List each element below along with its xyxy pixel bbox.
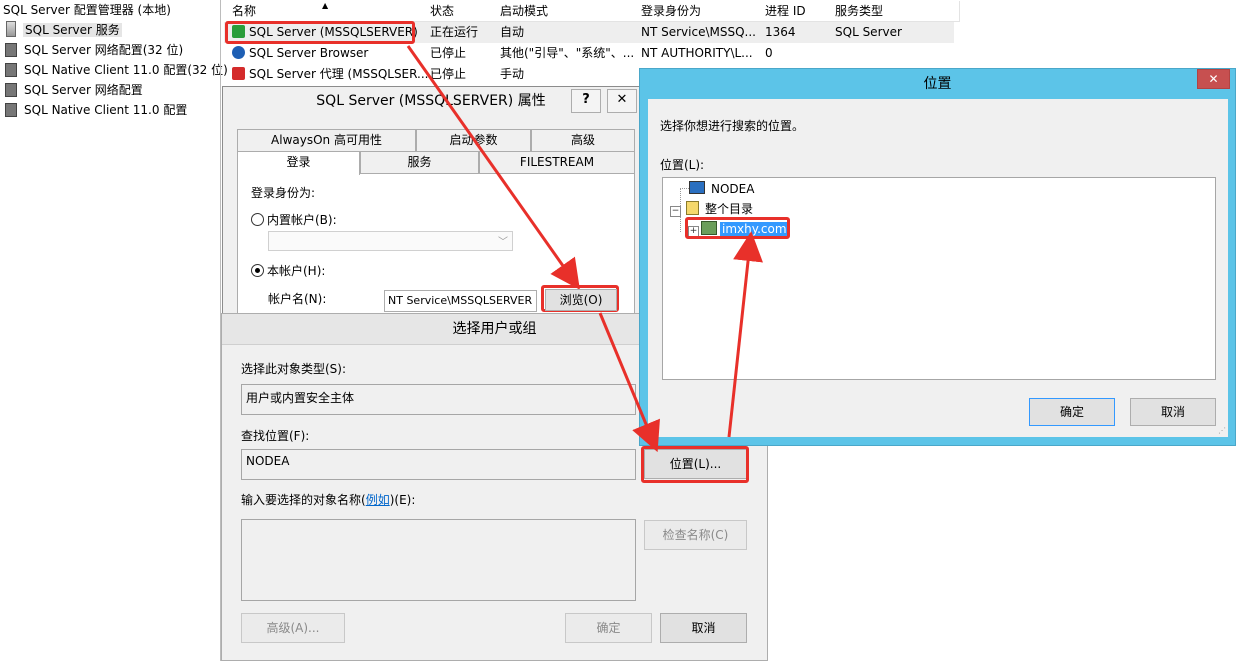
- location-tree[interactable]: NODEA − 整个目录 + imxhy.com: [662, 177, 1216, 380]
- collapse-icon: −: [670, 206, 681, 217]
- help-button[interactable]: ?: [571, 89, 601, 113]
- browse-button[interactable]: 浏览(O): [545, 289, 617, 311]
- tree-item-label: SQL Server 服务: [23, 23, 122, 37]
- service-logon-cell: NT AUTHORITY\L...: [641, 46, 753, 60]
- service-start-cell: 其他("引导"、"系统"、...: [500, 46, 635, 60]
- tree-node-entire-directory[interactable]: − 整个目录: [670, 200, 753, 218]
- close-button[interactable]: ✕: [1197, 69, 1230, 89]
- column-header-logon[interactable]: 登录身份为: [635, 1, 766, 22]
- location-list-label: 位置(L):: [660, 158, 705, 172]
- client-icon: [5, 63, 17, 77]
- service-state-cell: 已停止: [430, 46, 467, 60]
- builtin-account-radio[interactable]: 内置帐户(B):: [251, 211, 337, 228]
- tree-item-network[interactable]: SQL Server 网络配置: [3, 81, 143, 100]
- cancel-button[interactable]: 取消: [1130, 398, 1216, 426]
- service-logon-cell: NT Service\MSSQ...: [641, 25, 756, 39]
- radio-selected-icon: [251, 264, 264, 277]
- computer-icon: [689, 181, 705, 194]
- object-type-label: 选择此对象类型(S):: [241, 362, 347, 376]
- check-names-button[interactable]: 检查名称(C): [644, 520, 747, 550]
- service-pid-cell: 0: [765, 46, 773, 60]
- service-start-cell: 手动: [500, 67, 525, 81]
- column-header-pid[interactable]: 进程 ID: [759, 1, 836, 22]
- directory-icon: [686, 201, 699, 215]
- console-tree: SQL Server 配置管理器 (本地) SQL Server 服务 SQL …: [0, 0, 228, 661]
- tree-root-label: SQL Server 配置管理器 (本地): [3, 3, 171, 17]
- tree-item-label: SQL Server 网络配置: [24, 83, 143, 97]
- resize-grip-icon[interactable]: ⋰: [1218, 427, 1226, 435]
- tab-startup-params[interactable]: 启动参数: [416, 129, 531, 151]
- location-dialog-title: 位置: [923, 76, 952, 92]
- tab-filestream[interactable]: FILESTREAM: [479, 151, 635, 173]
- gear-service-icon: [232, 46, 245, 59]
- highlight-service-row: [225, 21, 415, 44]
- stopped-service-icon: [232, 67, 245, 80]
- tree-branch-line: [682, 188, 689, 189]
- cancel-button[interactable]: 取消: [660, 613, 747, 643]
- examples-link[interactable]: 例如: [366, 493, 390, 507]
- tree-item-label: SQL Native Client 11.0 配置: [24, 103, 188, 117]
- enter-names-label: 输入要选择的对象名称(例如)(E):: [241, 493, 416, 507]
- tab-logon[interactable]: 登录: [237, 151, 360, 175]
- object-type-field: 用户或内置安全主体: [241, 384, 636, 415]
- tree-item-label: SQL Native Client 11.0 配置(32 位): [24, 63, 228, 77]
- network-icon: [5, 83, 17, 97]
- advanced-button[interactable]: 高级(A)...: [241, 613, 345, 643]
- location-dialog-body: 选择你想进行搜索的位置。 位置(L): NODEA − 整个目录 + imxhy.c…: [648, 99, 1228, 437]
- account-name-label: 帐户名(N):: [268, 292, 327, 306]
- service-start-cell: 自动: [500, 25, 525, 39]
- account-name-input[interactable]: NT Service\MSSQLSERVER: [384, 290, 537, 312]
- ok-button[interactable]: 确定: [565, 613, 652, 643]
- tab-alwayson[interactable]: AlwaysOn 高可用性: [237, 129, 416, 151]
- service-state-cell: 已停止: [430, 67, 467, 81]
- builtin-account-select[interactable]: ﹀: [268, 231, 513, 251]
- tree-item-network-32[interactable]: SQL Server 网络配置(32 位): [3, 41, 183, 60]
- column-header-name[interactable]: 名称 ▲: [226, 1, 431, 22]
- logon-as-label: 登录身份为:: [251, 186, 316, 200]
- service-state-cell: 正在运行: [430, 25, 479, 39]
- tree-item-native-client-32[interactable]: SQL Native Client 11.0 配置(32 位): [3, 61, 228, 80]
- tab-service[interactable]: 服务: [360, 151, 479, 173]
- this-account-radio[interactable]: 本帐户(H):: [251, 262, 325, 279]
- tree-node-nodea[interactable]: NODEA: [682, 180, 754, 198]
- service-pid-cell: 1364: [765, 25, 796, 39]
- location-label: 查找位置(F):: [241, 429, 310, 443]
- server-icon: [6, 21, 16, 37]
- object-names-input[interactable]: [241, 519, 636, 601]
- properties-dialog: SQL Server (MSSQLSERVER) 属性 ? ✕ AlwaysOn…: [222, 86, 640, 317]
- client-icon: [5, 103, 17, 117]
- tree-item-label: SQL Server 网络配置(32 位): [24, 43, 184, 57]
- ok-button[interactable]: 确定: [1029, 398, 1115, 426]
- tree-item-sql-services[interactable]: SQL Server 服务: [3, 21, 122, 40]
- highlight-location-button: [641, 446, 749, 483]
- column-header-start-mode[interactable]: 启动模式: [494, 1, 642, 22]
- location-field: NODEA: [241, 449, 636, 480]
- highlight-domain-node: [685, 217, 790, 239]
- chevron-down-icon: ﹀: [498, 237, 508, 248]
- location-dialog: 位置 ✕ 选择你想进行搜索的位置。 位置(L): NODEA − 整个目录 + im…: [639, 68, 1236, 446]
- column-header-type[interactable]: 服务类型: [829, 1, 960, 22]
- service-type-cell: SQL Server: [835, 25, 902, 39]
- service-name-cell: SQL Server Browser: [226, 43, 430, 64]
- network-icon: [5, 43, 17, 57]
- tree-item-native-client[interactable]: SQL Native Client 11.0 配置: [3, 101, 187, 120]
- tree-root[interactable]: SQL Server 配置管理器 (本地): [3, 1, 171, 20]
- column-header-state[interactable]: 状态: [424, 1, 501, 22]
- close-button[interactable]: ✕: [607, 89, 637, 113]
- instruction-text: 选择你想进行搜索的位置。: [660, 119, 805, 133]
- tab-advanced[interactable]: 高级: [531, 129, 635, 151]
- sort-arrow-icon: ▲: [322, 1, 329, 10]
- radio-icon: [251, 213, 264, 226]
- service-name-cell: SQL Server 代理 (MSSQLSER...: [226, 64, 430, 85]
